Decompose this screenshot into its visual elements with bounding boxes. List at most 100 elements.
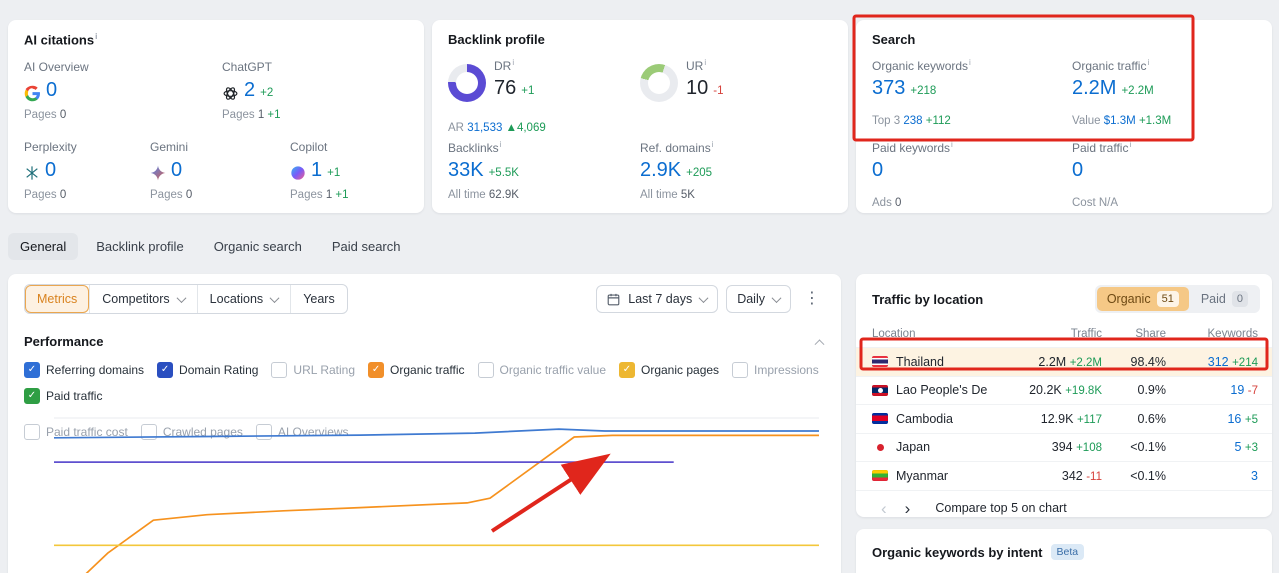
location-name: Thailand	[896, 354, 944, 369]
ur-donut-chart	[640, 64, 678, 102]
location-row-japan[interactable]: Japan 394 +108 <0.1% 5 +3	[856, 432, 1272, 462]
top3-link[interactable]: 238	[903, 115, 922, 127]
backlink-profile-title: Backlink profile	[448, 32, 545, 47]
prev-page-button[interactable]: ‹	[872, 500, 896, 517]
copilot-icon	[290, 165, 306, 181]
paid-count-badge: 0	[1231, 291, 1248, 307]
dr-donut-chart	[448, 64, 486, 102]
traffic-type-toggle: Organic 51 Paid 0	[1094, 285, 1260, 313]
info-icon[interactable]: i	[1129, 140, 1131, 149]
performance-title: Performance	[24, 334, 104, 349]
locations-button[interactable]: Locations	[196, 285, 291, 313]
location-row-laos[interactable]: Lao People's Democratic Reput 20.2K +19.…	[856, 375, 1272, 405]
paid-keywords-metric: Paid keywordsi 0 Ads 0	[872, 140, 953, 209]
metric-checkbox-organic-traffic[interactable]: ✓ Organic traffic	[368, 362, 465, 378]
myanmar-flag-icon	[872, 470, 888, 482]
keywords-link[interactable]: 3	[1251, 469, 1258, 483]
location-name: Lao People's Democratic Reput	[896, 383, 988, 398]
info-icon[interactable]: i	[512, 58, 514, 67]
chatgpt-count[interactable]: 2	[244, 79, 255, 101]
info-icon[interactable]: i	[1147, 58, 1149, 67]
location-name: Myanmar	[896, 468, 949, 483]
ur-metric: URi 10 -1	[686, 58, 724, 99]
cambodia-flag-icon	[872, 413, 888, 425]
search-card: Search Organic keywordsi 373 +218 Top 3 2…	[856, 20, 1272, 213]
paid-keywords-value[interactable]: 0	[872, 159, 883, 181]
location-row-cambodia[interactable]: Cambodia 12.9K +117 0.6% 16 +5	[856, 404, 1272, 433]
metric-checkbox-referring-domains[interactable]: ✓ Referring domains	[24, 362, 144, 378]
copilot-count[interactable]: 1	[311, 159, 322, 181]
organic-count-badge: 51	[1156, 291, 1179, 307]
tab-general[interactable]: General	[8, 232, 79, 260]
collapse-chevron-icon[interactable]	[814, 339, 825, 350]
backlinks-value[interactable]: 33K	[448, 159, 484, 181]
ai-citations-card: AI citationsi AI Overview 0 Pages 0 Chat…	[8, 20, 424, 213]
tab-paid-search[interactable]: Paid search	[320, 233, 413, 260]
ai-overview-count[interactable]: 0	[46, 79, 57, 101]
competitors-button[interactable]: Competitors	[89, 285, 196, 313]
granularity-button[interactable]: Daily	[726, 285, 791, 313]
keywords-link[interactable]: 19	[1230, 383, 1244, 397]
tab-backlink-profile[interactable]: Backlink profile	[84, 233, 195, 260]
toggle-paid[interactable]: Paid 0	[1191, 287, 1258, 311]
gemini-count[interactable]: 0	[171, 159, 182, 181]
calendar-icon	[607, 293, 620, 306]
keywords-link[interactable]: 16	[1227, 412, 1241, 426]
chevron-down-icon	[269, 292, 280, 303]
location-row-thailand[interactable]: Thailand 2.2M +2.2M 98.4% 312 +214	[856, 347, 1272, 376]
traffic-by-location-card: Traffic by location Organic 51 Paid 0 Loca…	[856, 274, 1272, 517]
organic-keywords-metric: Organic keywordsi 373 +218 Top 3 238 +112	[872, 58, 971, 127]
info-icon[interactable]: i	[951, 140, 953, 149]
metrics-button[interactable]: Metrics	[25, 285, 90, 313]
search-title: Search	[872, 32, 916, 47]
traffic-by-location-title: Traffic by location	[872, 291, 984, 307]
dr-value: 76	[494, 77, 517, 99]
check-icon: ✓	[622, 364, 632, 375]
perplexity-count[interactable]: 0	[45, 159, 56, 181]
chevron-down-icon	[176, 292, 187, 303]
thailand-flag-icon	[872, 356, 888, 368]
keywords-link[interactable]: 312	[1208, 355, 1229, 369]
metric-checkbox-url-rating[interactable]: URL Rating	[271, 362, 355, 378]
info-icon[interactable]: i	[712, 140, 714, 149]
organic-traffic-metric: Organic traffici 2.2M +2.2M Value $1.3M +…	[1072, 58, 1172, 127]
chevron-down-icon	[771, 292, 782, 303]
chatgpt-metric: ChatGPT 2 +2 Pages 1 +1	[222, 60, 281, 121]
performance-chart-area[interactable]	[24, 400, 824, 573]
ref-domains-value[interactable]: 2.9K	[640, 159, 681, 181]
metric-checkbox-domain-rating[interactable]: ✓ Domain Rating	[157, 362, 258, 378]
compare-top5-link[interactable]: Compare top 5 on chart	[935, 501, 1066, 515]
organic-traffic-value[interactable]: 2.2M	[1072, 77, 1116, 99]
info-icon[interactable]: i	[500, 140, 502, 149]
metric-checkbox-organic-traffic-value[interactable]: Organic traffic value	[477, 362, 606, 378]
location-name: Japan	[896, 440, 931, 455]
paid-traffic-metric: Paid traffici 0 Cost N/A	[1072, 140, 1132, 209]
metric-checkbox-impressions[interactable]: Impressions	[732, 362, 819, 378]
ar-value[interactable]: 31,533	[467, 122, 502, 134]
metric-checkbox-organic-pages[interactable]: ✓ Organic pages	[619, 362, 719, 378]
date-range-button[interactable]: Last 7 days	[596, 285, 719, 313]
check-icon: ✓	[371, 364, 381, 375]
tab-organic-search[interactable]: Organic search	[202, 233, 314, 260]
kebab-menu-icon[interactable]: ⋮	[799, 291, 825, 307]
location-table-header: Location Traffic Share Keywords	[872, 328, 1258, 340]
location-pager: ‹ › Compare top 5 on chart	[856, 489, 1272, 526]
gemini-icon	[150, 165, 166, 181]
keywords-link[interactable]: 5	[1234, 440, 1241, 454]
location-row-myanmar[interactable]: Myanmar 342 -11 <0.1% 3	[856, 461, 1272, 490]
performance-card: Metrics Competitors Locations Years Last…	[8, 274, 841, 573]
paid-traffic-value[interactable]: 0	[1072, 159, 1083, 181]
chatgpt-icon	[222, 85, 239, 102]
ref-domains-metric: Ref. domainsi 2.9K +205 All time 5K	[640, 140, 714, 201]
info-icon[interactable]: i	[969, 58, 971, 67]
toggle-organic[interactable]: Organic 51	[1096, 287, 1189, 311]
traffic-value-link[interactable]: $1.3M	[1104, 115, 1136, 127]
keywords-by-intent-title: Organic keywords by intent	[872, 544, 1043, 560]
performance-chart	[53, 417, 819, 573]
next-page-button[interactable]: ›	[896, 500, 920, 517]
ar-metric: AR 31,533 ▲4,069	[448, 122, 546, 134]
organic-keywords-value[interactable]: 373	[872, 77, 905, 99]
info-icon[interactable]: i	[704, 58, 706, 67]
info-icon[interactable]: i	[95, 32, 97, 41]
years-button[interactable]: Years	[290, 285, 347, 313]
